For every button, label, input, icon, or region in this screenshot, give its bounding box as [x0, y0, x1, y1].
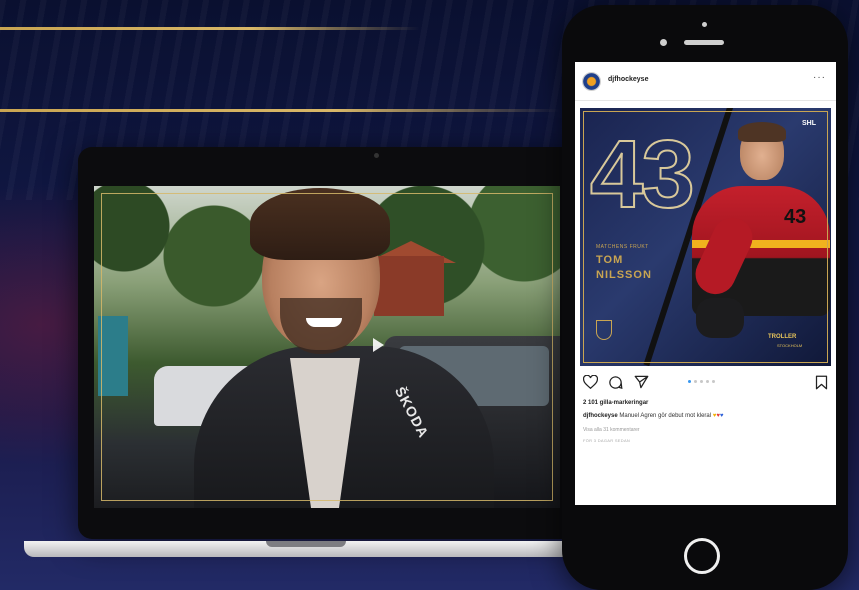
post-username[interactable]: djfhockeyse — [608, 76, 648, 83]
phone-speaker — [684, 40, 724, 45]
post-gold-border — [583, 111, 828, 363]
more-options-icon[interactable]: ··· — [813, 72, 826, 83]
heart-emoji-blue: ♥ — [719, 413, 724, 419]
carousel-dot — [706, 380, 709, 383]
carousel-dot — [712, 380, 715, 383]
heart-icon[interactable] — [582, 374, 598, 390]
caption-text: Manuel Agren gör debut mot kleral — [619, 413, 712, 419]
post-caption: djfhockeyse Manuel Agren gör debut mot k… — [583, 413, 723, 419]
laptop-camera — [374, 153, 379, 158]
likes-count[interactable]: 2 101 gilla-markeringar — [583, 400, 648, 406]
instagram-screen: djfhockeyse ··· 43 SHL 43 MATCHENS FRUKT… — [575, 62, 836, 505]
carousel-dot — [688, 380, 691, 383]
video-player[interactable]: ŠKODA — [94, 186, 560, 508]
gold-accent-line — [0, 27, 420, 30]
play-icon[interactable] — [373, 338, 384, 352]
avatar[interactable] — [582, 72, 601, 91]
view-comments-link[interactable]: Visa alla 31 kommentarer — [583, 427, 640, 433]
caption-username[interactable]: djfhockeyse — [583, 413, 618, 419]
post-image[interactable]: 43 SHL 43 MATCHENS FRUKT TOM NILSSON TRO… — [580, 108, 831, 366]
post-timestamp: FÖR 3 DAGAR SEDAN — [583, 438, 631, 443]
share-icon[interactable] — [633, 374, 649, 390]
carousel-dot — [700, 380, 703, 383]
laptop-notch — [266, 541, 346, 547]
post-header: djfhockeyse ··· — [575, 62, 836, 101]
comment-icon[interactable] — [607, 374, 623, 390]
bookmark-icon[interactable] — [813, 374, 829, 390]
phone-sensor — [702, 22, 707, 27]
carousel-dots — [688, 380, 715, 383]
video-frame-border — [101, 193, 553, 501]
gold-accent-line — [0, 109, 560, 112]
phone-camera — [660, 39, 667, 46]
post-actions — [575, 374, 836, 394]
carousel-dot — [694, 380, 697, 383]
home-button[interactable] — [684, 538, 720, 574]
